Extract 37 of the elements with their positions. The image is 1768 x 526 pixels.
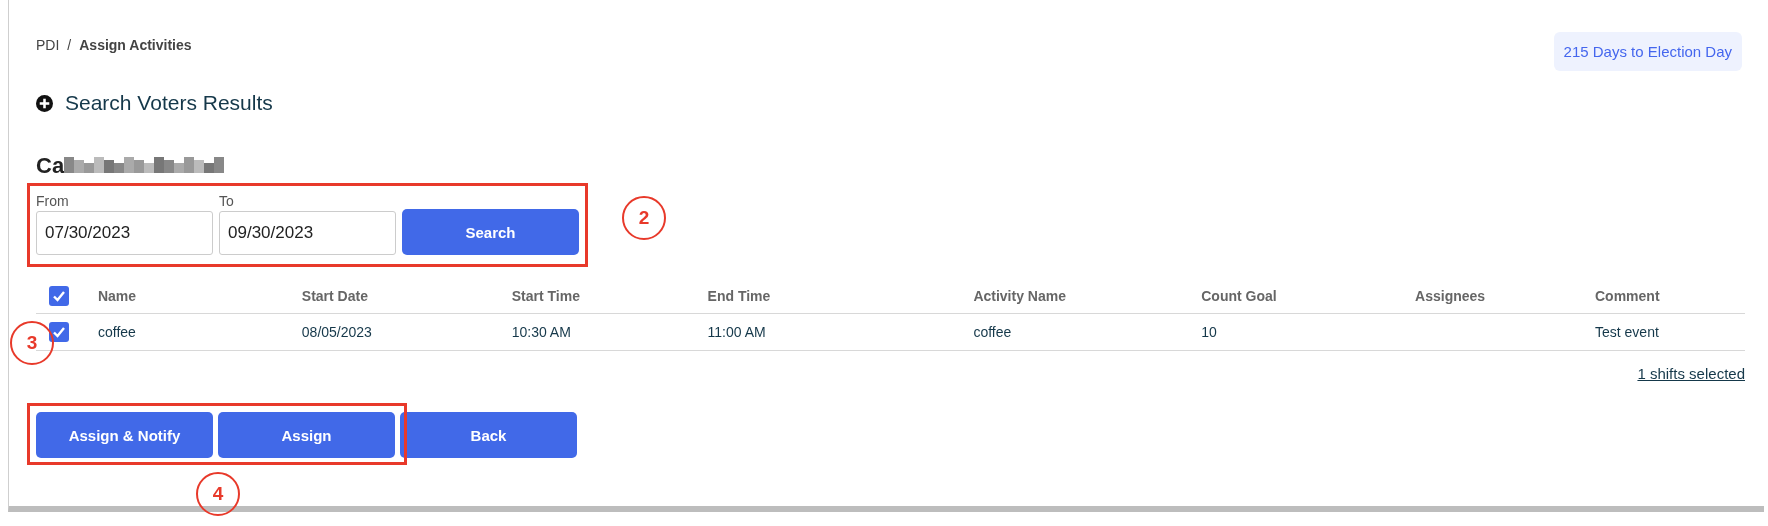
action-button[interactable]: Back <box>400 412 577 458</box>
table-cell: 10:30 AM <box>511 324 571 340</box>
checkbox[interactable] <box>49 286 69 306</box>
column-header: Start Time <box>511 288 580 304</box>
breadcrumb-link[interactable]: PDI <box>36 37 60 53</box>
checkbox[interactable] <box>49 322 69 342</box>
table-cell: Test event <box>1595 324 1659 340</box>
annotation-marker: 4 <box>196 472 240 516</box>
check-icon <box>52 289 66 303</box>
column-header: Activity Name <box>973 288 1066 304</box>
field-label: To <box>219 193 234 209</box>
table-cell: 11:00 AM <box>707 324 766 340</box>
table-cell: 08/05/2023 <box>301 324 372 340</box>
person-name: Ca <box>36 153 65 179</box>
search-button[interactable]: Search <box>402 209 579 255</box>
plus-circle-icon[interactable] <box>36 94 53 112</box>
breadcrumb-separator: / <box>67 37 72 53</box>
action-button[interactable]: Assign <box>218 412 395 458</box>
action-button[interactable]: Assign & Notify <box>36 412 213 458</box>
annotation-marker: 2 <box>622 196 666 240</box>
column-header: Count Goal <box>1201 288 1277 304</box>
column-header: End Time <box>707 288 771 304</box>
table-cell: coffee <box>97 324 136 340</box>
from-date-field[interactable]: 07/30/2023 <box>36 211 213 255</box>
to-date-field[interactable]: 09/30/2023 <box>219 211 396 255</box>
breadcrumb-current: Assign Activities <box>79 37 192 53</box>
field-label: From <box>36 193 69 209</box>
table-cell: coffee <box>973 324 1012 340</box>
column-header: Assignees <box>1415 288 1486 304</box>
table-cell: 10 <box>1201 324 1217 340</box>
section-toggle-label[interactable]: Search Voters Results <box>65 91 273 115</box>
selection-summary-link[interactable]: 1 shifts selected <box>1637 365 1745 382</box>
countdown-badge: 215 Days to Election Day <box>1553 32 1742 71</box>
column-header: Name <box>97 288 137 304</box>
check-icon <box>52 325 66 339</box>
column-header: Start Date <box>301 288 368 304</box>
column-header: Comment <box>1595 288 1660 304</box>
